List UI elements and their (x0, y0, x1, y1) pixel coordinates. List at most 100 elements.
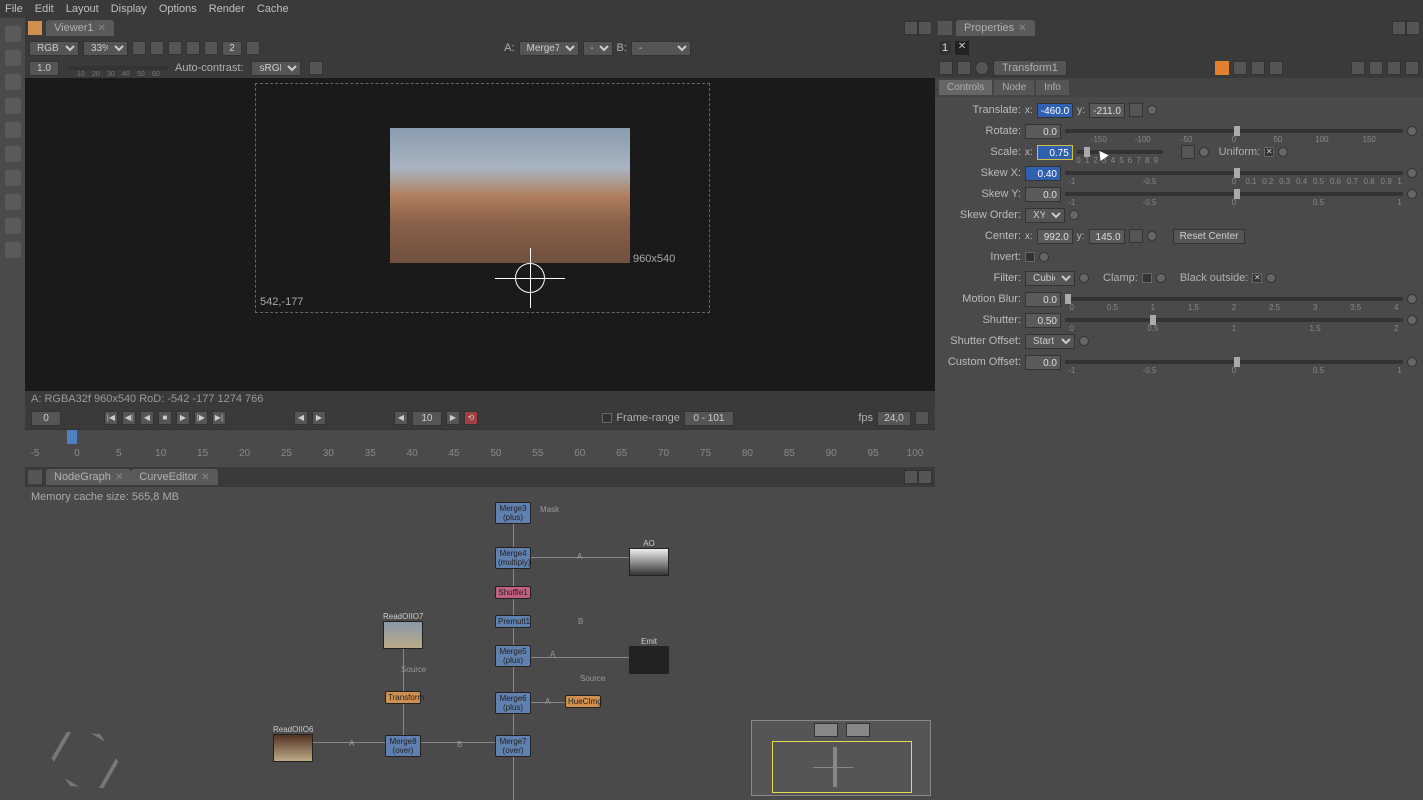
tool-6[interactable] (5, 146, 21, 162)
tool-8[interactable] (5, 194, 21, 210)
node-name-field[interactable]: Transform1 (993, 60, 1067, 76)
menu-file[interactable]: File (5, 3, 23, 15)
link-icon[interactable] (1181, 145, 1195, 159)
node-readoiio6[interactable]: ReadOIIO6 (273, 725, 313, 762)
link-icon[interactable] (1129, 103, 1143, 117)
frame-range-input[interactable] (684, 411, 734, 426)
float-icon[interactable] (1369, 61, 1383, 75)
loop-mode-button[interactable]: ⟲ (464, 411, 478, 425)
skewx-slider[interactable]: -1 -0.5 0 0.1 0.2 0.3 0.4 0.5 0.6 0.7 0.… (1065, 171, 1403, 175)
anim-menu-icon[interactable] (1407, 357, 1417, 367)
menu-options[interactable]: Options (159, 3, 197, 15)
undo-icon[interactable] (1233, 61, 1247, 75)
gain-input[interactable] (29, 61, 59, 76)
hide-icon[interactable] (1387, 61, 1401, 75)
pane-float-icon[interactable] (904, 21, 918, 35)
menu-render[interactable]: Render (209, 3, 245, 15)
node-transform[interactable]: Transform (385, 691, 421, 704)
anim-menu-icon[interactable] (1278, 147, 1288, 157)
close-icon[interactable]: ✕ (1018, 23, 1026, 34)
properties-tab[interactable]: Properties ✕ (956, 20, 1035, 36)
customoffset-input[interactable]: 0.0 (1025, 355, 1061, 370)
tab-controls[interactable]: Controls (939, 80, 992, 95)
source-b-select[interactable]: - (631, 41, 691, 56)
motionblur-input[interactable]: 0.0 (1025, 292, 1061, 307)
invert-checkbox[interactable] (1025, 252, 1035, 262)
node-premult1[interactable]: Premult1 (495, 615, 531, 628)
close-icon[interactable]: ✕ (115, 472, 123, 483)
tab-info[interactable]: Info (1036, 80, 1069, 95)
timeline-ruler[interactable]: -505101520253035404550556065707580859095… (25, 429, 935, 467)
anim-menu-icon[interactable] (1407, 189, 1417, 199)
customoffset-slider[interactable]: -1 -0.5 0 0.5 1 (1065, 360, 1403, 364)
gain-slider[interactable]: 10 20 30 40 50 60 (67, 66, 167, 70)
proxy-icon[interactable] (186, 41, 200, 55)
shutter-slider[interactable]: 0 0.5 1 1.5 2 (1065, 318, 1403, 322)
menu-edit[interactable]: Edit (35, 3, 54, 15)
playhead[interactable] (67, 430, 77, 444)
tool-10[interactable] (5, 242, 21, 258)
pane-close-icon[interactable] (918, 470, 932, 484)
sync-icon[interactable] (132, 41, 146, 55)
wipe-mode-select[interactable]: - (583, 41, 613, 56)
navigator[interactable] (751, 720, 931, 796)
clamp-checkbox[interactable] (1142, 273, 1152, 283)
center-node-icon[interactable] (939, 61, 953, 75)
clip-icon[interactable] (150, 41, 164, 55)
skewy-slider[interactable]: -1 -0.5 0 0.5 1 (1065, 192, 1403, 196)
center-x-input[interactable]: 992.0 (1037, 229, 1073, 244)
skewy-input[interactable]: 0.0 (1025, 187, 1061, 202)
tab-node[interactable]: Node (994, 80, 1034, 95)
anim-menu-icon[interactable] (1079, 273, 1089, 283)
reset-center-button[interactable]: Reset Center (1173, 229, 1246, 244)
channel-select[interactable]: RGB (29, 41, 79, 56)
roi-icon[interactable] (168, 41, 182, 55)
blackoutside-checkbox[interactable]: ✕ (1252, 273, 1262, 283)
menu-layout[interactable]: Layout (66, 3, 99, 15)
scale-slider[interactable]: 0 1 2 3 4 5 6 7 8 9 (1077, 150, 1163, 154)
anim-menu-icon[interactable] (1199, 147, 1209, 157)
anim-menu-icon[interactable] (1407, 126, 1417, 136)
anim-menu-icon[interactable] (1147, 231, 1157, 241)
menu-cache[interactable]: Cache (257, 3, 289, 15)
filter-select[interactable]: Cubic (1025, 271, 1075, 286)
node-ao[interactable]: AO (629, 539, 669, 576)
node-emit[interactable]: Emit (629, 637, 669, 674)
prev-incr-button[interactable]: ◀ (294, 411, 308, 425)
node-graph[interactable]: Memory cache size: 565,8 MB Merge3 (plus… (25, 487, 935, 800)
pane-close-icon[interactable] (1406, 21, 1420, 35)
shutter-input[interactable]: 0.50 (1025, 313, 1061, 328)
enter-group-icon[interactable] (957, 61, 971, 75)
render-scale-icon[interactable] (204, 41, 218, 55)
uniform-checkbox[interactable]: ✕ (1264, 147, 1274, 157)
step-back-button[interactable]: ◀ (394, 411, 408, 425)
pane-float-icon[interactable] (904, 470, 918, 484)
prev-keyframe-button[interactable]: ◀| (122, 411, 136, 425)
viewer-tab[interactable]: Viewer1 ✕ (46, 20, 114, 36)
close-icon[interactable]: ✕ (201, 472, 209, 483)
frame-range-checkbox[interactable] (602, 413, 612, 423)
node-shuffle1[interactable]: Shuffle1 (495, 586, 531, 599)
shutteroffset-select[interactable]: Start (1025, 334, 1075, 349)
anim-menu-icon[interactable] (1407, 168, 1417, 178)
current-frame-input[interactable] (31, 411, 61, 426)
anim-menu-icon[interactable] (1407, 315, 1417, 325)
node-huecimg[interactable]: HueCImg (565, 695, 601, 708)
colorspace-select[interactable]: sRGB (251, 61, 301, 76)
skeworder-select[interactable]: XY (1025, 208, 1065, 223)
tool-5[interactable] (5, 122, 21, 138)
tool-2[interactable] (5, 50, 21, 66)
next-incr-button[interactable]: ▶ (312, 411, 326, 425)
redo-icon[interactable] (1251, 61, 1265, 75)
tool-7[interactable] (5, 170, 21, 186)
motionblur-slider[interactable]: 0 0.5 1 1.5 2 2.5 3 3.5 4 (1065, 297, 1403, 301)
anim-menu-icon[interactable] (1266, 273, 1276, 283)
transform-overlay[interactable] (495, 258, 555, 298)
help-icon[interactable] (975, 61, 989, 75)
link-icon[interactable] (1129, 229, 1143, 243)
viewer-settings-icon[interactable] (309, 61, 323, 75)
play-back-button[interactable]: ◀ (140, 411, 154, 425)
tool-3[interactable] (5, 74, 21, 90)
rotate-slider[interactable]: -150 -100 -50 0 50 100 150 (1065, 129, 1403, 133)
anim-menu-icon[interactable] (1039, 252, 1049, 262)
